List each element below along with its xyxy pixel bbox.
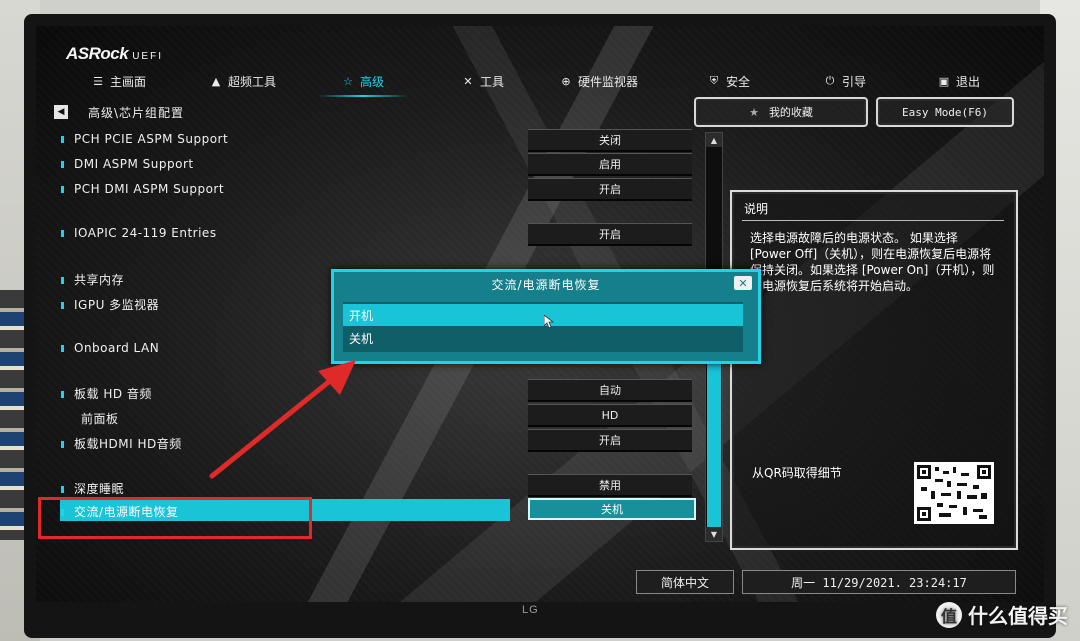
- setting-ioapic-entries[interactable]: IOAPIC 24-119 Entries: [61, 226, 217, 240]
- tab-label: 主画面: [110, 74, 147, 89]
- back-button[interactable]: ◀: [54, 105, 68, 119]
- setting-deep-sleep[interactable]: 深度睡眠: [61, 480, 124, 497]
- my-favorites-label: 我的收藏: [768, 106, 813, 119]
- bullet: [61, 302, 64, 309]
- description-panel: 说明 选择电源故障后的电源状态。 如果选择 [Power Off]（关机），则在…: [730, 190, 1018, 550]
- setting-front-panel[interactable]: 前面板: [81, 410, 119, 427]
- setting-igpu-multi-monitor[interactable]: IGPU 多监视器: [61, 296, 159, 313]
- tab-label: 安全: [726, 74, 751, 89]
- tools-icon: ✕: [463, 74, 473, 88]
- bullet: [61, 345, 64, 352]
- bullet: [61, 136, 64, 143]
- description-divider: [742, 220, 1004, 221]
- tab-label: 高级: [360, 74, 385, 89]
- option-power-on[interactable]: 开机: [343, 304, 743, 326]
- value-front-panel[interactable]: HD: [528, 404, 692, 427]
- top-nav: ☰ 主画面 ▲ 超频工具 ☆ 高级 ✕ 工具 ⊕ 硬件监视器 ⛨ 安全 ⏻ 引导…: [80, 70, 1020, 97]
- breadcrumb: 高级\芯片组配置: [88, 106, 185, 120]
- tab-security[interactable]: ⛨ 安全: [708, 70, 750, 92]
- tab-exit[interactable]: ▣ 退出: [938, 70, 980, 92]
- scroll-up-arrow-icon[interactable]: ▲: [706, 133, 722, 147]
- annotation-highlight-box: [38, 497, 312, 539]
- star-icon: ★: [749, 105, 759, 119]
- setting-label: 板载HDMI HD音频: [74, 437, 182, 451]
- tab-label: 引导: [842, 74, 867, 89]
- value-dmi-aspm[interactable]: 启用: [528, 153, 692, 176]
- value-onboard-hd-audio[interactable]: 自动: [528, 379, 692, 402]
- shield-icon: ⛨: [709, 74, 719, 87]
- tab-advanced[interactable]: ☆ 高级: [317, 70, 409, 97]
- tab-label: 退出: [956, 74, 981, 89]
- tab-tools[interactable]: ✕ 工具: [462, 70, 504, 92]
- easy-mode-button[interactable]: Easy Mode(F6): [876, 97, 1014, 127]
- value-deep-sleep[interactable]: 禁用: [528, 474, 692, 497]
- setting-onboard-hd-audio[interactable]: 板载 HD 音频: [61, 385, 152, 402]
- setting-label: 前面板: [81, 412, 119, 426]
- close-icon[interactable]: ✕: [734, 276, 752, 290]
- brand-name: ASRock: [66, 44, 129, 63]
- asrock-logo: ASRock UEFI: [66, 44, 163, 64]
- brand-suffix: UEFI: [132, 51, 163, 62]
- bullet: [61, 391, 64, 398]
- scroll-thumb[interactable]: [707, 351, 721, 527]
- tab-hardware-monitor[interactable]: ⊕ 硬件监视器: [560, 70, 638, 92]
- exit-icon: ▣: [938, 74, 950, 88]
- tab-label: 超频工具: [228, 74, 277, 89]
- setting-onboard-lan[interactable]: Onboard LAN: [61, 341, 159, 355]
- my-favorites-button[interactable]: ★ 我的收藏: [694, 97, 868, 127]
- setting-label: 深度睡眠: [74, 482, 125, 496]
- back-arrow-icon: ◀: [57, 107, 65, 117]
- setting-label: 板载 HD 音频: [74, 387, 152, 401]
- power-icon: ⏻: [825, 74, 835, 87]
- options-list: 开机 关机: [343, 302, 743, 352]
- bullet: [61, 230, 64, 237]
- tab-label: 工具: [480, 74, 505, 89]
- star-icon: ☆: [343, 74, 353, 88]
- bullet: [61, 277, 64, 284]
- qr-code-image: [914, 462, 994, 524]
- setting-shared-memory[interactable]: 共享内存: [61, 271, 124, 288]
- setting-label: PCH DMI ASPM Support: [74, 182, 225, 196]
- dialog-title: 交流/电源断电恢复: [491, 278, 601, 292]
- bullet: [61, 441, 64, 448]
- list-icon: ☰: [93, 74, 103, 88]
- description-title: 说明: [744, 202, 769, 216]
- setting-label: DMI ASPM Support: [74, 157, 194, 171]
- tab-label: 硬件监视器: [578, 74, 639, 89]
- site-watermark: 值 什么值得买: [936, 600, 1068, 629]
- tab-main[interactable]: ☰ 主画面: [92, 70, 146, 92]
- value-ac-power-loss-restore[interactable]: 关机: [528, 498, 696, 520]
- value-pch-pcie-aspm[interactable]: 关闭: [528, 129, 692, 152]
- tab-boot[interactable]: ⏻ 引导: [824, 70, 866, 92]
- monitor-brand-logo: LG: [522, 604, 539, 616]
- setting-pch-pcie-aspm[interactable]: PCH PCIE ASPM Support: [61, 132, 228, 146]
- value-onboard-hdmi-audio[interactable]: 开启: [528, 429, 692, 452]
- setting-label: IGPU 多监视器: [74, 298, 160, 312]
- setting-label: IOAPIC 24-119 Entries: [74, 226, 217, 240]
- setting-label: 共享内存: [74, 273, 125, 287]
- setting-label: Onboard LAN: [74, 341, 160, 355]
- language-button[interactable]: 简体中文: [636, 570, 734, 594]
- setting-label: PCH PCIE ASPM Support: [74, 132, 229, 146]
- watermark-text: 什么值得买: [968, 604, 1068, 628]
- easy-mode-label: Easy Mode(F6): [901, 105, 989, 119]
- bullet: [61, 186, 64, 193]
- bullet: [61, 161, 64, 168]
- setting-dmi-aspm[interactable]: DMI ASPM Support: [61, 157, 194, 171]
- bullet: [61, 486, 64, 493]
- scroll-down-arrow-icon[interactable]: ▼: [706, 527, 722, 541]
- setting-onboard-hdmi-audio[interactable]: 板载HDMI HD音频: [61, 435, 182, 452]
- description-text: 选择电源故障后的电源状态。 如果选择 [Power Off]（关机），则在电源恢…: [750, 231, 995, 293]
- datetime-display: 周一 11/29/2021. 23:24:17: [742, 570, 1016, 594]
- mouse-cursor-icon: [544, 315, 554, 329]
- qr-code-label: 从QR码取得细节: [752, 466, 842, 480]
- tab-oc-tweaker[interactable]: ▲ 超频工具: [210, 70, 276, 92]
- rocket-icon: ▲: [211, 74, 221, 88]
- watermark-badge: 值: [936, 601, 962, 628]
- value-ioapic-entries[interactable]: 开启: [528, 223, 692, 246]
- option-power-off[interactable]: 关机: [343, 327, 743, 349]
- crosshair-icon: ⊕: [561, 74, 571, 88]
- setting-pch-dmi-aspm[interactable]: PCH DMI ASPM Support: [61, 182, 224, 196]
- value-pch-dmi-aspm[interactable]: 开启: [528, 178, 692, 201]
